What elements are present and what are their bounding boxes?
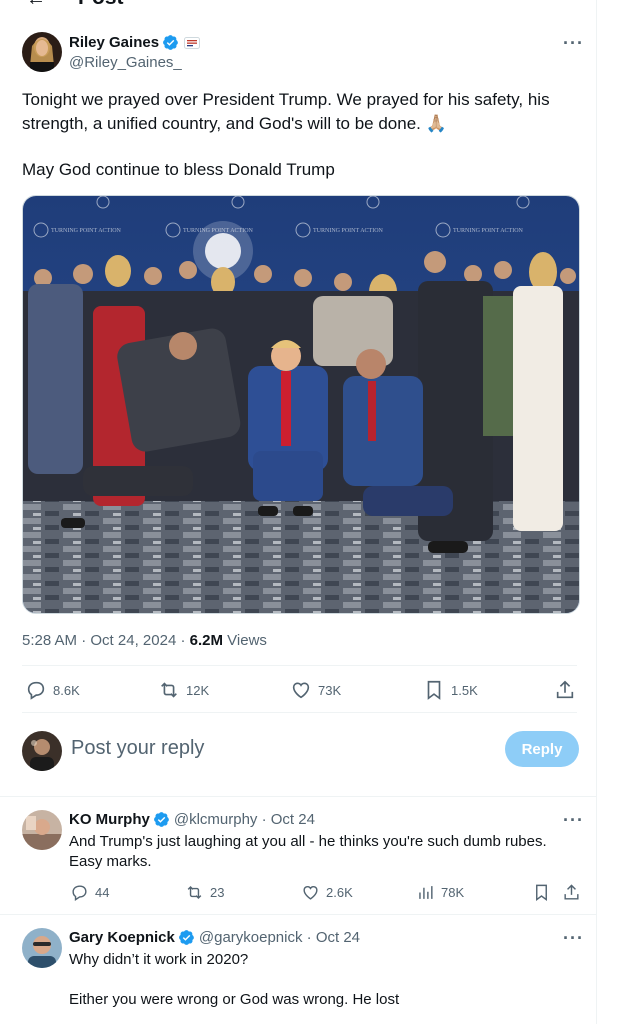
author-handle[interactable]: @Riley_Gaines_ xyxy=(69,54,182,71)
reply-avatar-image xyxy=(22,928,62,968)
share-action[interactable] xyxy=(554,679,582,701)
reply-text-line2: Either you were wrong or God was wrong. … xyxy=(69,991,400,1008)
reply-count: 44 xyxy=(95,885,110,900)
repost-count: 23 xyxy=(210,885,225,900)
like-action[interactable]: 73K xyxy=(290,679,341,701)
views-count: 78K xyxy=(441,885,465,900)
reply-avatar[interactable] xyxy=(22,928,62,968)
like-count: 2.6K xyxy=(326,885,353,900)
author-avatar-image xyxy=(22,32,62,72)
post-photo-image: TURNING POINT ACTION TURNING POINT ACTIO… xyxy=(23,196,579,613)
reply-text: And Trump's just laughing at you all - h… xyxy=(69,833,547,870)
reply-author-name[interactable]: KO Murphy xyxy=(69,811,150,828)
post-more-icon[interactable]: ··· xyxy=(563,33,584,54)
post-photo[interactable]: TURNING POINT ACTION TURNING POINT ACTIO… xyxy=(22,195,580,614)
svg-text:TURNING POINT ACTION: TURNING POINT ACTION xyxy=(313,228,384,234)
post-text: Tonight we prayed over President Trump. … xyxy=(22,88,577,182)
reply-name-row: Gary Koepnick @garykoepnick · Oct 24 xyxy=(69,929,360,946)
reply-text-line1: Why didn’t it work in 2020? xyxy=(69,951,249,968)
bookmark-count: 1.5K xyxy=(451,682,478,698)
post-text-line2: May God continue to bless Donald Trump xyxy=(22,160,335,179)
author-name-row: Riley Gaines xyxy=(69,34,201,51)
divider xyxy=(0,796,597,797)
reply-repost-action[interactable]: 23 xyxy=(185,883,224,902)
reply-name-row: KO Murphy @klcmurphy · Oct 24 xyxy=(69,811,315,828)
page-title: Post xyxy=(78,0,124,10)
reply-views-action[interactable]: 78K xyxy=(416,883,464,902)
post-text-line1: Tonight we prayed over President Trump. … xyxy=(22,90,550,133)
meta-separator: · xyxy=(81,632,87,649)
reply-avatar[interactable] xyxy=(22,810,62,850)
repost-icon xyxy=(187,885,202,900)
verified-badge-icon xyxy=(153,812,169,827)
reply-author-handle[interactable]: @klcmurphy · Oct 24 xyxy=(174,811,315,828)
post-time[interactable]: 5:28 AM xyxy=(22,632,77,649)
reply-action[interactable]: 8.6K xyxy=(25,679,80,701)
reply-bookmark-action[interactable] xyxy=(532,883,557,902)
reply-share-action[interactable] xyxy=(562,883,587,902)
divider xyxy=(0,914,597,915)
bookmark-icon xyxy=(427,680,441,700)
bookmark-action[interactable]: 1.5K xyxy=(423,679,478,701)
post-column: ← Post Riley Gaines @Riley_Gaines_ ··· T… xyxy=(0,0,597,1024)
divider xyxy=(22,712,577,713)
views-icon xyxy=(419,886,433,899)
reply-button[interactable]: Reply xyxy=(505,731,579,767)
divider xyxy=(22,665,577,666)
meta-separator: · xyxy=(180,632,186,649)
reply-author-handle[interactable]: @garykoepnick · Oct 24 xyxy=(199,929,360,946)
heart-icon xyxy=(292,682,310,699)
reply-input[interactable]: Post your reply xyxy=(71,737,204,760)
reply-like-action[interactable]: 2.6K xyxy=(301,883,353,902)
reply-more-icon[interactable]: ··· xyxy=(563,810,584,831)
reply-avatar-image xyxy=(22,810,62,850)
back-arrow-icon[interactable]: ← xyxy=(26,0,46,11)
verified-badge-icon xyxy=(178,930,194,945)
reply-author-name[interactable]: Gary Koepnick xyxy=(69,929,175,946)
reply-more-icon[interactable]: ··· xyxy=(563,928,584,949)
reply-icon xyxy=(27,681,45,700)
post-date[interactable]: Oct 24, 2024 xyxy=(90,632,176,649)
repost-icon xyxy=(161,682,177,698)
affiliate-flag-icon[interactable] xyxy=(184,36,201,49)
reply-reply-action[interactable]: 44 xyxy=(70,883,109,902)
author-avatar[interactable] xyxy=(22,32,62,72)
svg-text:TURNING POINT ACTION: TURNING POINT ACTION xyxy=(51,228,122,234)
verified-badge-icon xyxy=(163,35,178,50)
current-user-avatar-image xyxy=(22,731,62,771)
views-label: Views xyxy=(227,632,267,649)
heart-icon xyxy=(303,886,318,900)
repost-action[interactable]: 12K xyxy=(158,679,209,701)
share-icon xyxy=(564,884,579,900)
current-user-avatar[interactable] xyxy=(22,731,62,771)
page-header: ← Post xyxy=(0,0,597,10)
repost-count: 12K xyxy=(186,682,210,698)
post-timestamp-row: 5:28 AM · Oct 24, 2024 · 6.2M Views xyxy=(22,632,267,649)
reply-count: 8.6K xyxy=(53,682,80,698)
share-icon xyxy=(556,680,574,699)
svg-text:TURNING POINT ACTION: TURNING POINT ACTION xyxy=(453,228,524,234)
views-count: 6.2M xyxy=(189,632,223,649)
like-count: 73K xyxy=(318,682,342,698)
bookmark-icon xyxy=(536,884,547,902)
author-name[interactable]: Riley Gaines xyxy=(69,34,159,51)
reply-icon xyxy=(72,885,87,901)
